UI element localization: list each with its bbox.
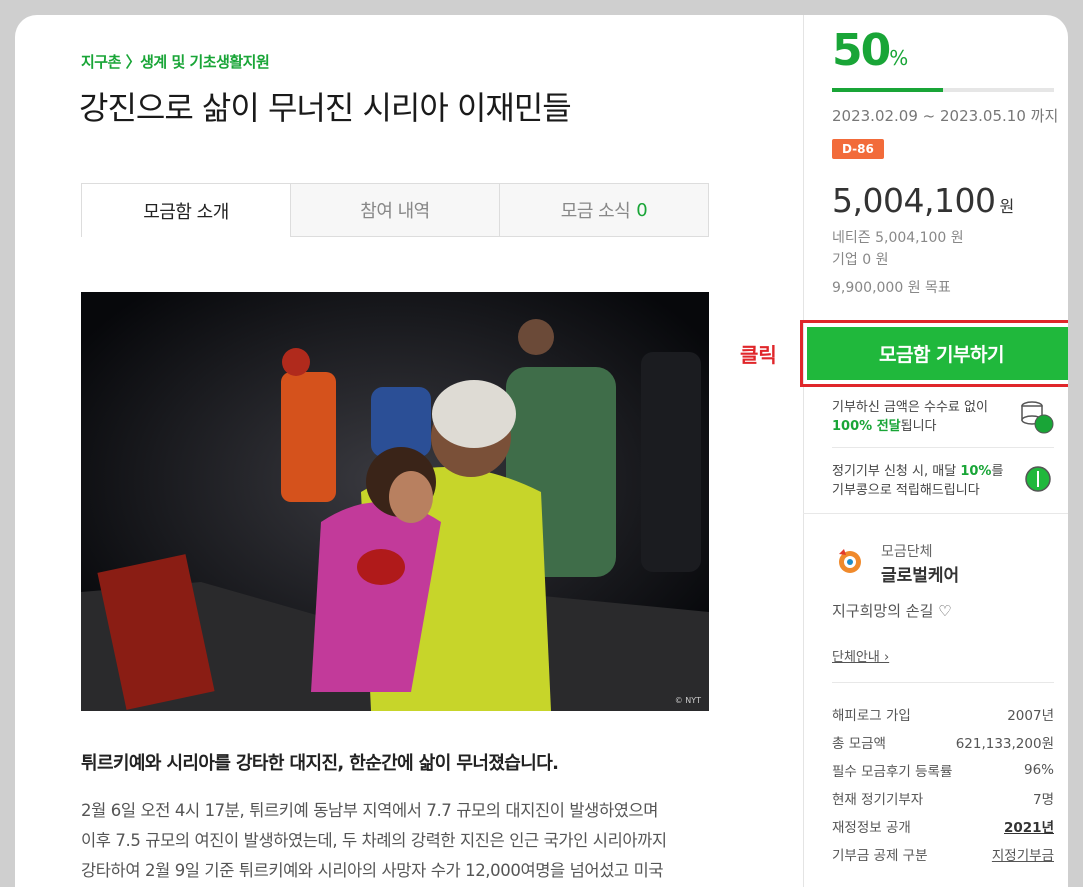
dday-badge: D-86 [832, 139, 884, 159]
click-annotation: 클릭 [740, 343, 777, 367]
fee-bold: 100% 전달 [832, 419, 901, 434]
stat-label: 현재 정기기부자 [832, 792, 924, 808]
donate-button[interactable]: 모금함 기부하기 [807, 327, 1068, 380]
regular-prefix: 정기기부 신청 시, 매달 [832, 464, 961, 479]
content-lead: 튀르키예와 시리아를 강타한 대지진, 한순간에 삶이 무너졌습니다. [81, 753, 559, 774]
campaign-card: 지구촌 〉생계 및 기초생활지원 강진으로 삶이 무너진 시리아 이재민들 모금… [15, 15, 1068, 887]
stat-row: 기부금 공제 구분 지정기부금 [832, 840, 1054, 868]
tab-bar: 모금함 소개 참여 내역 모금 소식 0 [81, 183, 709, 237]
period-suffix: 까지 [1030, 107, 1059, 125]
section-divider [803, 513, 1068, 514]
regular-line1: 정기기부 신청 시, 매달 10%를 [832, 462, 1054, 481]
page-title: 강진으로 삶이 무너진 시리아 이재민들 [79, 89, 572, 127]
amount-unit: 원 [999, 197, 1014, 216]
content-line: 강타하여 2월 9일 기준 튀르키예와 시리아의 사망자 수가 12,000여명… [81, 861, 664, 880]
progress-fill [832, 88, 943, 92]
tab-news-label: 모금 소식 [560, 201, 631, 222]
progress-bar [832, 88, 1054, 92]
stat-label: 필수 모금후기 등록률 [832, 764, 953, 780]
regular-bold: 10% [960, 464, 992, 479]
tab-news-count: 0 [636, 199, 648, 221]
funding-percent: 50% [832, 25, 908, 76]
stat-row: 필수 모금후기 등록률 96% [832, 756, 1054, 784]
breadcrumb[interactable]: 지구촌 〉생계 및 기초생활지원 [81, 51, 270, 72]
deduction-type-link[interactable]: 지정기부금 [992, 844, 1054, 864]
period-dates: 2023.02.09 ~ 2023.05.10 [832, 107, 1026, 125]
stat-label: 재정정보 공개 [832, 820, 911, 836]
tab-intro[interactable]: 모금함 소개 [81, 183, 291, 237]
org-slogan: 지구희망의 손길 ♡ [832, 602, 952, 620]
stat-row: 재정정보 공개 2021년 [832, 812, 1054, 840]
funding-period: 2023.02.09 ~ 2023.05.10 까지 [832, 105, 1058, 126]
org-logo-icon[interactable] [835, 546, 865, 576]
org-name[interactable]: 글로벌케어 [881, 561, 959, 586]
stat-label: 총 모금액 [832, 736, 886, 752]
tab-participation[interactable]: 참여 내역 [291, 183, 500, 237]
fee-rest: 됩니다 [900, 419, 937, 434]
percent-value: 50 [832, 25, 891, 76]
raised-amount: 5,004,100 원 [832, 181, 1014, 220]
tab-news[interactable]: 모금 소식 0 [500, 183, 709, 237]
regular-suffix: 를 [991, 464, 1004, 479]
org-caption: 모금단체 [881, 544, 933, 560]
netizen-amount: 네티즌 5,004,100 원 [832, 230, 964, 246]
regular-line2: 기부콩으로 적립해드립니다 [832, 483, 980, 498]
org-stats: 해피로그 가입 2007년 총 모금액 621,133,200원 필수 모금후기 등… [832, 700, 1054, 868]
org-guide-link[interactable]: 단체안내 › [832, 646, 889, 665]
content-line: 2월 6일 오전 4시 17분, 튀르키예 동남부 지역에서 7.7 규모의 대… [81, 801, 659, 820]
stat-row: 총 모금액 621,133,200원 [832, 728, 1054, 756]
content-body: 2월 6일 오전 4시 17분, 튀르키예 동남부 지역에서 7.7 규모의 대… [81, 796, 721, 886]
stat-label: 해피로그 가입 [832, 708, 911, 724]
percent-unit: % [889, 46, 909, 70]
fee-notice: 기부하신 금액은 수수료 없이 100% 전달됩니다 [832, 398, 1054, 436]
goal-amount: 9,900,000 원 목표 [832, 280, 951, 296]
stat-row: 해피로그 가입 2007년 [832, 700, 1054, 728]
stat-label: 기부금 공제 구분 [832, 848, 928, 864]
notice-divider [832, 447, 1054, 448]
content-line: 이후 7.5 규모의 여진이 발생하였는데, 두 차례의 강력한 지진은 인근 … [81, 831, 667, 850]
stat-value: 621,133,200원 [955, 736, 1054, 752]
coins-icon [1021, 401, 1054, 434]
stat-value: 7명 [1032, 792, 1054, 808]
campaign-photo: © NYT [81, 292, 709, 711]
bean-icon [1025, 466, 1051, 492]
company-amount: 기업 0 원 [832, 252, 889, 268]
tab-participation-label: 참여 내역 [360, 201, 430, 222]
stat-row: 현재 정기기부자 7명 [832, 784, 1054, 812]
org-divider [832, 682, 1054, 683]
donate-highlight-box: 모금함 기부하기 [800, 320, 1068, 387]
photo-credit: © NYT [674, 696, 701, 705]
stat-value: 96% [1023, 762, 1054, 778]
rescue-scene-image [81, 292, 709, 711]
regular-notice: 정기기부 신청 시, 매달 10%를 기부콩으로 적립해드립니다 [832, 462, 1054, 500]
stat-value: 2007년 [1007, 708, 1054, 724]
sidebar-divider [803, 15, 804, 887]
financial-info-link[interactable]: 2021년 [1004, 816, 1054, 836]
amount-value: 5,004,100 [832, 181, 996, 220]
tab-intro-label: 모금함 소개 [143, 201, 229, 223]
